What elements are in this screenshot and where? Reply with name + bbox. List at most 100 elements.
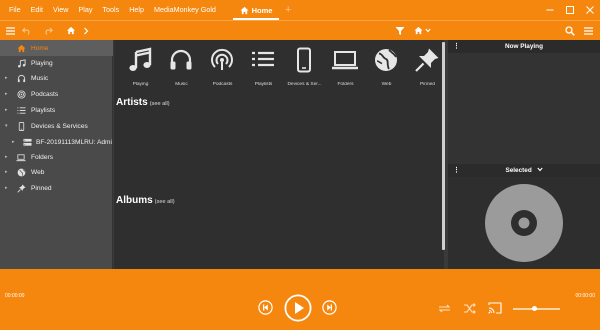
tab-home[interactable]: Home — [233, 0, 279, 20]
tile-playlists[interactable]: Playlists — [243, 44, 284, 92]
albums-see-all-link[interactable]: (see all) — [155, 199, 175, 205]
repeat-button[interactable] — [437, 302, 451, 314]
podcast-icon — [16, 89, 26, 99]
filter-button[interactable] — [393, 21, 407, 40]
caret: ▸ — [5, 169, 8, 175]
toolbar — [0, 20, 600, 40]
sidebar-item-folders[interactable]: ▸ Folders — [0, 149, 113, 165]
tile-music[interactable]: Music — [161, 44, 202, 92]
home-nav-button[interactable] — [64, 21, 78, 40]
home-icon — [413, 26, 423, 35]
caret: ▸ — [5, 107, 8, 113]
chevron-down-icon[interactable] — [536, 167, 543, 172]
right-panel: ⋮ Now Playing ⋮ Selected — [448, 40, 600, 269]
now-playing-title: Now Playing — [505, 43, 543, 50]
tile-label: Podcasts — [212, 82, 233, 87]
sidebar-toggle-button[interactable] — [3, 21, 17, 40]
next-button[interactable] — [322, 300, 337, 315]
globe-icon — [16, 167, 26, 177]
sidebar-item-label: Podcasts — [31, 90, 59, 98]
main-panel: Playing Music Podcasts Playlists Devices… — [114, 40, 444, 269]
sidebar-item-label: Playing — [31, 59, 53, 67]
home-view-dropdown[interactable] — [411, 21, 433, 40]
albums-section-title: Albums (see all) — [116, 195, 175, 206]
menu-play[interactable]: Play — [73, 0, 97, 20]
cast-button[interactable] — [487, 301, 502, 314]
tab-home-label: Home — [251, 5, 273, 15]
sidebar-item-label: Music — [31, 74, 49, 82]
undo-icon — [22, 27, 30, 35]
new-tab-button[interactable]: + — [285, 3, 291, 17]
headphones-icon — [16, 73, 26, 83]
menu-file[interactable]: File — [4, 0, 26, 20]
home-icon — [16, 43, 26, 53]
previous-button[interactable] — [258, 300, 273, 315]
sidebar-item-music[interactable]: ▸ Music — [0, 70, 113, 86]
main-menu: File Edit View Play Tools Help MediaMonk… — [0, 0, 221, 20]
music-note-icon — [16, 58, 26, 68]
caret: ▸ — [5, 75, 8, 81]
menu-help[interactable]: Help — [124, 0, 149, 20]
tile-label: Web — [381, 82, 392, 87]
sidebar-item-playing[interactable]: Playing — [0, 55, 113, 71]
maximize-icon — [566, 6, 574, 14]
shuffle-button[interactable] — [462, 302, 476, 314]
tile-label: Playing — [132, 82, 149, 87]
sidebar-item-playlists[interactable]: ▸ Playlists — [0, 102, 113, 118]
menu-view[interactable]: View — [48, 0, 73, 20]
close-button[interactable] — [580, 0, 600, 20]
tile-web[interactable]: Web — [366, 44, 407, 92]
globe-icon — [372, 46, 400, 74]
sidebar-item-devices-services[interactable]: ▾ Devices & Services — [0, 118, 113, 134]
artists-see-all-link[interactable]: (see all) — [150, 101, 170, 107]
hamburger-icon — [5, 26, 15, 35]
tile-label: Playlists — [254, 82, 273, 87]
disc-icon — [485, 184, 563, 262]
selected-title[interactable]: Selected — [505, 167, 531, 174]
sidebar-item-label: Folders — [31, 153, 53, 161]
player-bar: 00:00:00 00:00:00 — [0, 269, 600, 330]
home-icon — [66, 26, 76, 35]
redo-icon — [45, 27, 53, 35]
cast-icon — [487, 301, 502, 314]
minimize-icon — [546, 9, 554, 11]
tile-playing[interactable]: Playing — [120, 44, 161, 92]
albums-title: Albums — [116, 195, 153, 206]
pin-icon — [16, 183, 26, 193]
more-options-icon[interactable]: ⋮ — [453, 40, 460, 53]
menu-overflow-button[interactable] — [581, 21, 595, 40]
sidebar-item-server[interactable]: ▸ BF-20191113MLRU: Admi — [0, 134, 113, 150]
undo-button[interactable] — [20, 21, 34, 40]
filter-icon — [395, 26, 405, 35]
search-button[interactable] — [563, 21, 577, 40]
pin-icon — [413, 46, 441, 74]
caret: ▸ — [5, 185, 8, 191]
selected-header: ⋮ Selected — [448, 164, 600, 177]
music-note-icon — [126, 46, 154, 74]
sidebar-item-pinned[interactable]: ▸ Pinned — [0, 180, 113, 196]
tile-podcasts[interactable]: Podcasts — [202, 44, 243, 92]
sidebar-item-web[interactable]: ▸ Web — [0, 164, 113, 180]
maximize-button[interactable] — [560, 0, 580, 20]
menu-edit[interactable]: Edit — [26, 0, 48, 20]
redo-button[interactable] — [41, 21, 55, 40]
menu-tools[interactable]: Tools — [97, 0, 124, 20]
repeat-icon — [438, 304, 450, 312]
breadcrumb-chevron[interactable] — [79, 21, 93, 40]
volume-knob[interactable] — [531, 306, 537, 311]
play-button[interactable] — [284, 294, 312, 322]
sidebar: Home Playing ▸ Music ▸ Podcasts ▸ Playli… — [0, 40, 113, 269]
tile-devices-services[interactable]: Devices & Ser... — [284, 44, 325, 92]
headphones-icon — [167, 46, 195, 74]
sidebar-item-podcasts[interactable]: ▸ Podcasts — [0, 86, 113, 102]
more-options-icon[interactable]: ⋮ — [453, 164, 460, 177]
sidebar-item-home[interactable]: Home — [0, 40, 113, 56]
home-icon — [240, 6, 249, 14]
minimize-button[interactable] — [540, 0, 560, 20]
sidebar-item-label: Devices & Services — [31, 122, 88, 130]
main-scrollbar[interactable] — [442, 42, 445, 250]
tile-folders[interactable]: Folders — [325, 44, 366, 92]
search-icon — [565, 25, 575, 36]
hamburger-icon — [583, 26, 593, 35]
menu-mediamonkey-gold[interactable]: MediaMonkey Gold — [149, 0, 221, 20]
